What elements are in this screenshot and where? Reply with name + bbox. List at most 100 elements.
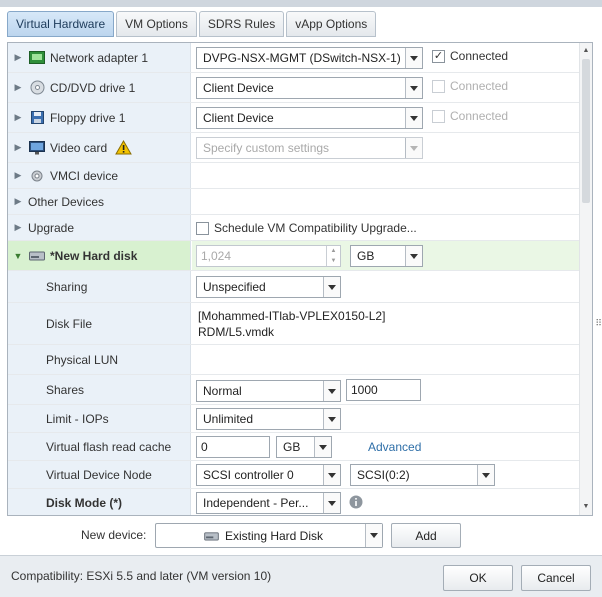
- hardware-list: ▶ Network adapter 1 DVPG-NSX-MGMT (DSwit…: [8, 43, 580, 515]
- sharing-select[interactable]: Unspecified: [196, 276, 341, 298]
- expand-arrow-icon[interactable]: ▶: [8, 82, 28, 93]
- info-icon[interactable]: [349, 495, 363, 509]
- floppy-label: Floppy drive 1: [50, 110, 126, 125]
- chevron-down-icon[interactable]: [365, 524, 382, 547]
- disk-file-value: [Mohammed-ITlab-VPLEX0150-L2] RDM/L5.vmd…: [192, 303, 580, 344]
- flash-cache-value: 0 GB Advanced: [192, 433, 580, 460]
- scsi-controller-select[interactable]: SCSI controller 0: [196, 464, 341, 486]
- disk-file-path: [Mohammed-ITlab-VPLEX0150-L2] RDM/L5.vmd…: [198, 308, 385, 340]
- add-device-button[interactable]: Add: [391, 523, 461, 548]
- network-connected-checkbox[interactable]: ✓ Connected: [432, 49, 508, 63]
- row-vmci-device: ▶ VMCI device: [8, 163, 580, 189]
- chevron-down-icon[interactable]: [405, 78, 422, 98]
- chevron-down-icon[interactable]: [323, 409, 340, 429]
- limit-iops-select[interactable]: Unlimited: [196, 408, 341, 430]
- chevron-down-icon[interactable]: [405, 108, 422, 128]
- tab-sdrs-rules[interactable]: SDRS Rules: [198, 11, 285, 37]
- video-card-value: Specify custom settings: [192, 133, 580, 162]
- disk-mode-label: Disk Mode (*): [46, 496, 123, 510]
- chevron-down-icon[interactable]: [477, 465, 494, 485]
- cancel-button[interactable]: Cancel: [521, 565, 591, 591]
- disk-mode-value: Independent - Per...: [192, 489, 580, 515]
- scsi-controller-value: SCSI controller 0: [203, 468, 294, 482]
- row-video-card: ▶ Video card Specify custom settings: [8, 133, 580, 163]
- scroll-down-icon[interactable]: ▼: [582, 503, 590, 511]
- cd-dvd-select[interactable]: Client Device: [196, 77, 423, 99]
- floppy-select[interactable]: Client Device: [196, 107, 423, 129]
- scsi-slot-value: SCSI(0:2): [357, 468, 410, 482]
- disk-mode-select[interactable]: Independent - Per...: [196, 492, 341, 514]
- flash-cache-unit-value: GB: [283, 440, 301, 454]
- spin-up-icon[interactable]: ▲: [327, 246, 340, 256]
- compatibility-text: Compatibility: ESXi 5.5 and later (VM ve…: [11, 569, 272, 583]
- resize-grip-icon[interactable]: ⠿: [595, 318, 602, 329]
- floppy-connected-label: Connected: [450, 109, 509, 123]
- flash-cache-input[interactable]: 0: [196, 436, 270, 458]
- schedule-upgrade-checkbox[interactable]: Schedule VM Compatibility Upgrade...: [196, 221, 417, 235]
- expand-arrow-icon[interactable]: ▶: [8, 222, 28, 233]
- floppy-value: Client Device Connected: [192, 103, 580, 132]
- new-device-bar: New device: Existing Hard Disk Add: [0, 518, 602, 554]
- chevron-down-icon[interactable]: [323, 493, 340, 513]
- expand-arrow-icon[interactable]: ▶: [8, 170, 28, 181]
- hardware-panel: ▶ Network adapter 1 DVPG-NSX-MGMT (DSwit…: [7, 42, 593, 516]
- new-hard-disk-label-cell[interactable]: ▼ *New Hard disk: [8, 241, 191, 270]
- checkbox-box: [432, 109, 445, 123]
- physical-lun-label: Physical LUN: [46, 352, 119, 367]
- other-devices-label-cell[interactable]: ▶ Other Devices: [8, 189, 191, 214]
- new-device-select[interactable]: Existing Hard Disk: [155, 523, 383, 548]
- device-node-label: Virtual Device Node: [46, 467, 152, 482]
- chevron-down-icon[interactable]: [405, 48, 422, 68]
- upgrade-label: Upgrade: [28, 220, 75, 235]
- floppy-label-cell[interactable]: ▶ Floppy drive 1: [8, 103, 191, 132]
- tab-vm-options[interactable]: VM Options: [116, 11, 197, 37]
- tab-virtual-hardware[interactable]: Virtual Hardware: [7, 11, 115, 37]
- disk-unit-value: GB: [357, 249, 375, 263]
- vmci-value: [192, 163, 580, 188]
- cd-dvd-select-value: Client Device: [203, 81, 274, 95]
- row-cd-dvd: ▶ CD/DVD drive 1 Client Device Connected: [8, 73, 580, 103]
- chevron-down-icon[interactable]: [323, 381, 340, 401]
- expand-arrow-icon[interactable]: ▶: [8, 52, 28, 63]
- cd-dvd-connected-checkbox[interactable]: Connected: [432, 79, 508, 93]
- new-hard-disk-label: *New Hard disk: [50, 248, 138, 263]
- network-select[interactable]: DVPG-NSX-MGMT (DSwitch-NSX-1): [196, 47, 423, 69]
- chevron-down-icon[interactable]: [323, 465, 340, 485]
- schedule-upgrade-label: Schedule VM Compatibility Upgrade...: [214, 221, 417, 235]
- floppy-connected-checkbox[interactable]: Connected: [432, 109, 508, 123]
- network-adapter-label-cell[interactable]: ▶ Network adapter 1: [8, 43, 191, 72]
- upgrade-label-cell[interactable]: ▶ Upgrade: [8, 215, 191, 240]
- disk-unit-select[interactable]: GB: [350, 245, 423, 267]
- scrollbar-thumb[interactable]: [582, 59, 590, 203]
- scroll-up-icon[interactable]: ▲: [582, 47, 590, 55]
- cd-dvd-label-cell[interactable]: ▶ CD/DVD drive 1: [8, 73, 191, 102]
- spin-down-icon[interactable]: ▼: [327, 256, 340, 266]
- expand-arrow-icon[interactable]: ▶: [8, 112, 28, 123]
- video-card-select[interactable]: Specify custom settings: [196, 137, 423, 159]
- advanced-link[interactable]: Advanced: [368, 440, 421, 454]
- vmci-label-cell[interactable]: ▶ VMCI device: [8, 163, 191, 188]
- limit-iops-value: Unlimited: [192, 405, 580, 432]
- hard-disk-icon: [204, 531, 219, 541]
- chevron-down-icon[interactable]: [314, 437, 331, 457]
- network-adapter-label: Network adapter 1: [50, 50, 149, 65]
- shares-select[interactable]: Normal: [196, 380, 341, 402]
- flash-cache-unit-select[interactable]: GB: [276, 436, 332, 458]
- ok-button[interactable]: OK: [443, 565, 513, 591]
- floppy-icon: [28, 111, 46, 125]
- checkmark-icon: ✓: [432, 49, 445, 63]
- chevron-down-icon[interactable]: [405, 138, 422, 158]
- vertical-scrollbar[interactable]: ▲ ▼: [579, 43, 592, 515]
- tab-vapp-options[interactable]: vApp Options: [286, 11, 377, 37]
- chevron-down-icon[interactable]: [323, 277, 340, 297]
- scsi-slot-select[interactable]: SCSI(0:2): [350, 464, 495, 486]
- chevron-down-icon[interactable]: [405, 246, 422, 266]
- expand-arrow-icon[interactable]: ▶: [8, 142, 28, 153]
- sharing-label-cell: Sharing: [8, 271, 191, 302]
- collapse-arrow-icon[interactable]: ▼: [8, 251, 28, 261]
- video-card-label-cell[interactable]: ▶ Video card: [8, 133, 191, 162]
- device-node-value: SCSI controller 0 SCSI(0:2): [192, 461, 580, 488]
- disk-size-spinner[interactable]: 1,024 ▲ ▼: [196, 245, 341, 267]
- expand-arrow-icon[interactable]: ▶: [8, 196, 28, 207]
- shares-amount-input[interactable]: 1000: [346, 379, 421, 401]
